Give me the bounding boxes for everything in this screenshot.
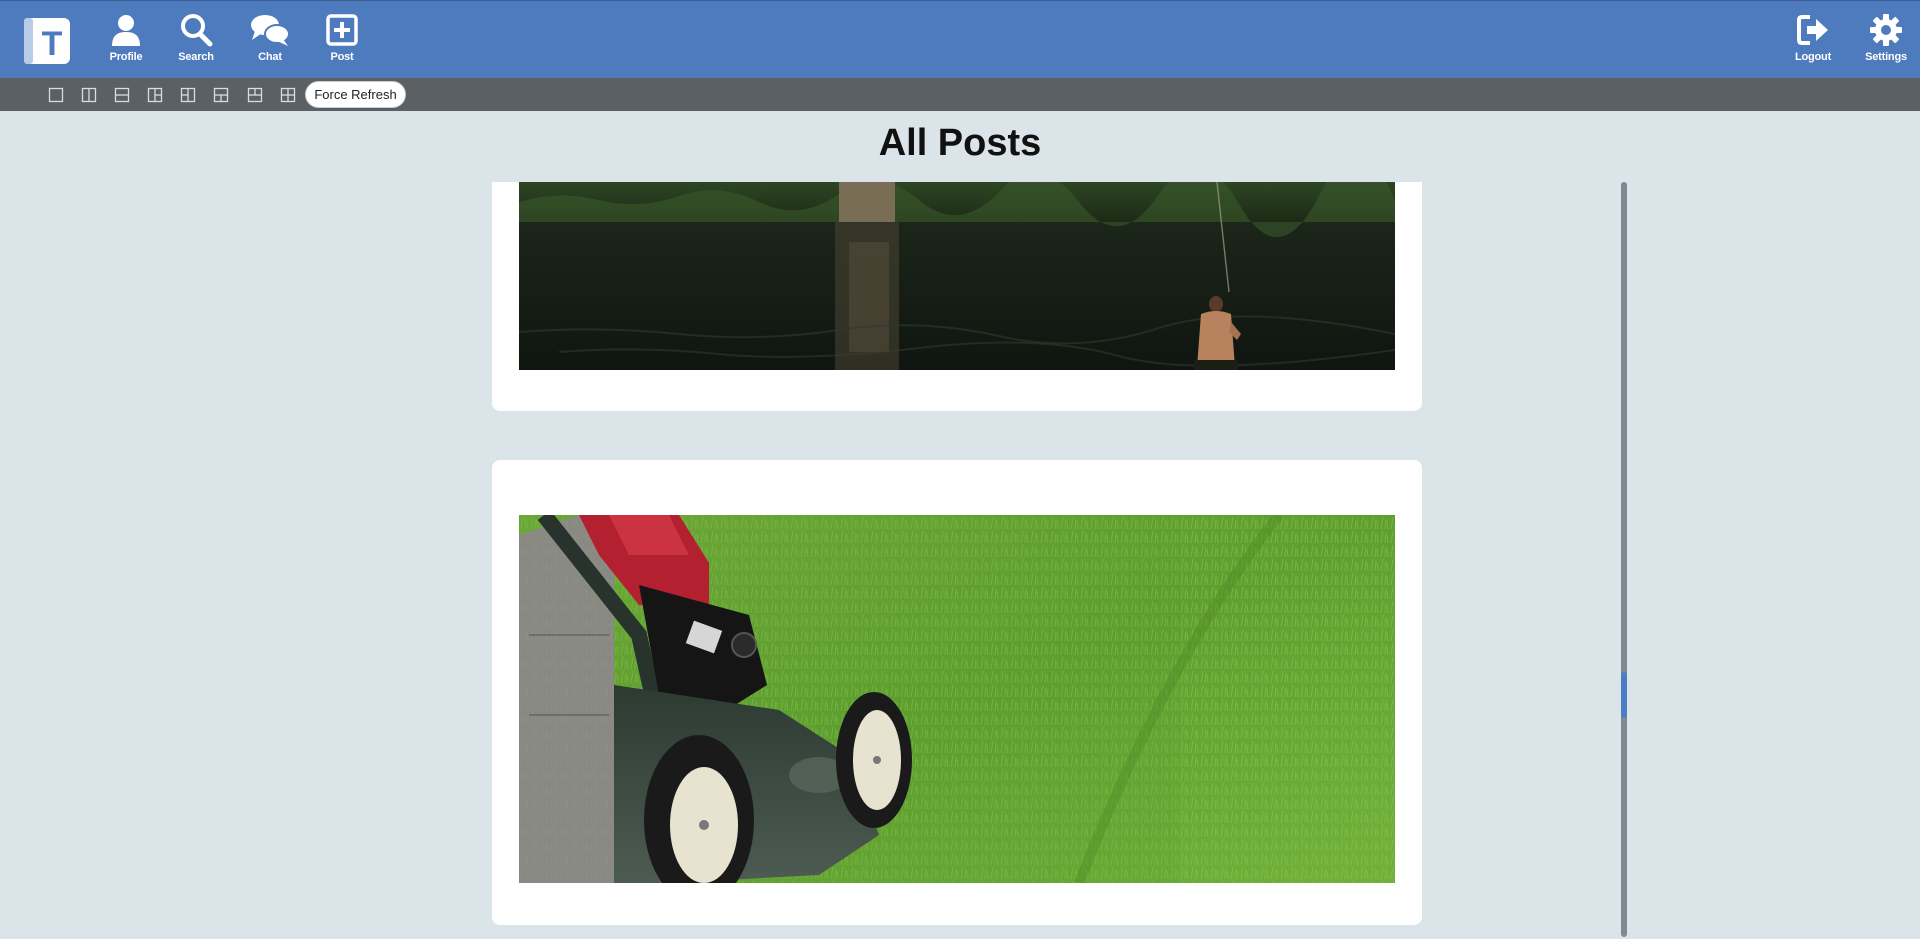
layout-two-rows-button[interactable]: [114, 87, 130, 103]
lawn-mower-photo[interactable]: [519, 515, 1395, 883]
gear-icon: [1870, 14, 1902, 46]
river-swimmer-photo[interactable]: [519, 182, 1395, 370]
plus-square-icon: [326, 14, 358, 46]
app-logo[interactable]: T: [22, 16, 72, 66]
layout-bottom-big-icon: [247, 87, 263, 103]
nav-profile-label: Profile: [109, 51, 143, 63]
nav-logout[interactable]: Logout: [1778, 13, 1848, 69]
layout-toolbar: [0, 78, 1920, 111]
nav-settings-label: Settings: [1865, 51, 1907, 63]
layout-left-big-button[interactable]: [147, 87, 163, 103]
logout-icon: [1797, 15, 1828, 45]
layout-single-icon: [48, 87, 64, 103]
layout-two-columns-button[interactable]: [81, 87, 97, 103]
nav-post-label: Post: [330, 51, 354, 63]
layout-top-big-icon: [213, 87, 229, 103]
layout-right-big-button[interactable]: [180, 87, 196, 103]
layout-two-columns-icon: [81, 87, 97, 103]
layout-four-grid-icon: [280, 87, 296, 103]
layout-single-button[interactable]: [48, 87, 64, 103]
nav-chat[interactable]: Chat: [235, 13, 305, 69]
layout-four-grid-button[interactable]: [280, 87, 296, 103]
post-card[interactable]: [492, 460, 1422, 925]
layout-right-big-icon: [180, 87, 196, 103]
layout-two-rows-icon: [114, 87, 130, 103]
person-icon: [112, 15, 140, 46]
nav-search-label: Search: [178, 51, 214, 63]
page-title: All Posts: [878, 122, 1042, 164]
post-card[interactable]: [492, 182, 1422, 411]
chat-icon: [251, 15, 290, 46]
posts-feed[interactable]: [492, 182, 1422, 939]
feed-scrollbar[interactable]: [1621, 182, 1627, 937]
layout-top-big-button[interactable]: [213, 87, 229, 103]
force-refresh-button[interactable]: Force Refresh: [305, 81, 406, 108]
top-navbar: T Profile Search Chat Post Logout Settin…: [0, 0, 1920, 78]
nav-search[interactable]: Search: [161, 13, 231, 69]
logo-letter: T: [42, 25, 63, 63]
scrollbar-thumb[interactable]: [1621, 672, 1627, 718]
nav-settings[interactable]: Settings: [1851, 13, 1920, 69]
search-icon: [181, 14, 213, 47]
nav-logout-label: Logout: [1794, 51, 1832, 63]
layout-bottom-big-button[interactable]: [247, 87, 263, 103]
nav-chat-label: Chat: [258, 51, 282, 63]
nav-post[interactable]: Post: [307, 13, 377, 69]
nav-profile[interactable]: Profile: [91, 13, 161, 69]
layout-left-big-icon: [147, 87, 163, 103]
